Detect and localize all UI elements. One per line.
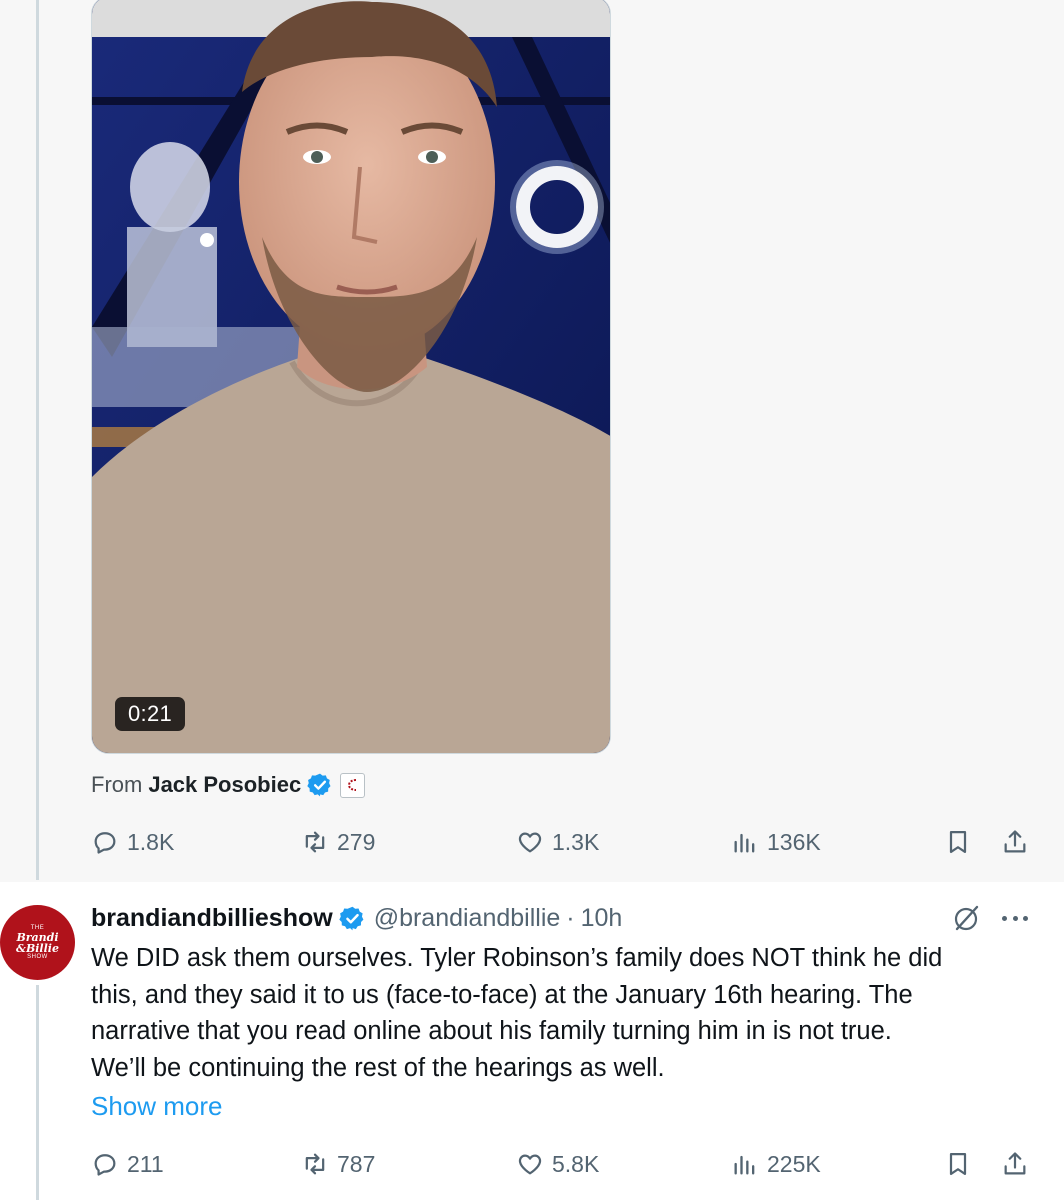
reply-icon <box>94 1154 116 1176</box>
like-icon <box>518 832 542 853</box>
video-duration-badge: 0:21 <box>115 697 186 731</box>
thread-connector-line <box>36 0 39 880</box>
video-thumbnail <box>92 0 610 753</box>
views-icon <box>734 1155 755 1175</box>
views-button[interactable]: 225K <box>731 1144 821 1184</box>
more-icon[interactable] <box>998 902 1032 934</box>
tweet-text: We DID ask them ourselves. Tyler Robinso… <box>91 940 1041 1086</box>
separator-dot: · <box>566 903 575 932</box>
reply-button[interactable]: 211 <box>91 1144 164 1184</box>
views-icon <box>734 833 755 853</box>
thread-connector-line <box>36 985 39 1200</box>
like-count: 5.8K <box>552 1150 600 1177</box>
affiliate-badge-icon <box>340 772 366 798</box>
source-author-link[interactable]: Jack Posobiec <box>148 772 301 798</box>
repost-button[interactable]: 279 <box>301 822 375 862</box>
verified-icon <box>339 906 364 930</box>
tweet1-action-bar: 1.8K 279 1.3K 136K <box>91 822 1064 862</box>
repost-count: 279 <box>337 828 376 855</box>
avatar-logo-line2: &Billie <box>16 941 59 955</box>
share-button[interactable] <box>1001 822 1029 862</box>
like-count: 1.3K <box>552 828 600 855</box>
tweet2-action-bar: 211 787 5.8K 225K <box>91 1144 1064 1184</box>
repost-icon <box>305 831 325 853</box>
bookmark-icon <box>949 830 967 854</box>
share-button[interactable] <box>1001 1144 1029 1184</box>
reply-count: 211 <box>127 1150 164 1177</box>
verified-icon <box>307 773 331 797</box>
like-button[interactable]: 5.8K <box>516 1144 599 1184</box>
reply-button[interactable]: 1.8K <box>91 822 174 862</box>
bookmark-button[interactable] <box>944 1144 972 1184</box>
tweet-text-line: this, and they said it to us (face-to-fa… <box>91 980 913 1009</box>
tweet-text-line: narrative that you read online about his… <box>91 1017 892 1045</box>
view-count: 136K <box>767 828 821 855</box>
show-more-link[interactable]: Show more <box>91 1088 223 1124</box>
avatar-logo-small-bottom: SHOW <box>27 953 48 960</box>
bookmark-icon <box>949 1152 967 1176</box>
from-label: From <box>91 772 143 797</box>
avatar[interactable]: THE Brandi &Billie SHOW <box>0 905 75 980</box>
reply-icon <box>94 832 116 854</box>
display-name[interactable]: brandiandbillieshow <box>91 904 333 933</box>
like-button[interactable]: 1.3K <box>516 822 599 862</box>
share-icon <box>1004 830 1026 853</box>
share-icon <box>1004 1152 1026 1175</box>
video-player[interactable] <box>91 0 611 754</box>
tweet-text-line: We DID ask them ourselves. Tyler Robinso… <box>91 944 943 972</box>
bookmark-button[interactable] <box>944 822 972 862</box>
tweet-header: brandiandbillieshow @brandiandbillie · 1… <box>91 900 622 936</box>
reply-count: 1.8K <box>127 828 175 855</box>
user-handle[interactable]: @brandiandbillie <box>374 904 561 933</box>
timestamp[interactable]: 10h <box>581 904 623 933</box>
view-count: 225K <box>767 1150 821 1177</box>
like-icon <box>518 1154 542 1175</box>
grok-icon[interactable] <box>950 902 982 934</box>
repost-icon <box>305 1153 325 1175</box>
views-button[interactable]: 136K <box>731 822 821 862</box>
tweet-text-line: We’ll be continuing the rest of the hear… <box>91 1053 665 1082</box>
video-attribution: From Jack Posobiec <box>91 770 366 800</box>
repost-button[interactable]: 787 <box>301 1144 375 1184</box>
avatar-logo-line1: Brandi <box>16 930 59 944</box>
repost-count: 787 <box>337 1150 376 1177</box>
